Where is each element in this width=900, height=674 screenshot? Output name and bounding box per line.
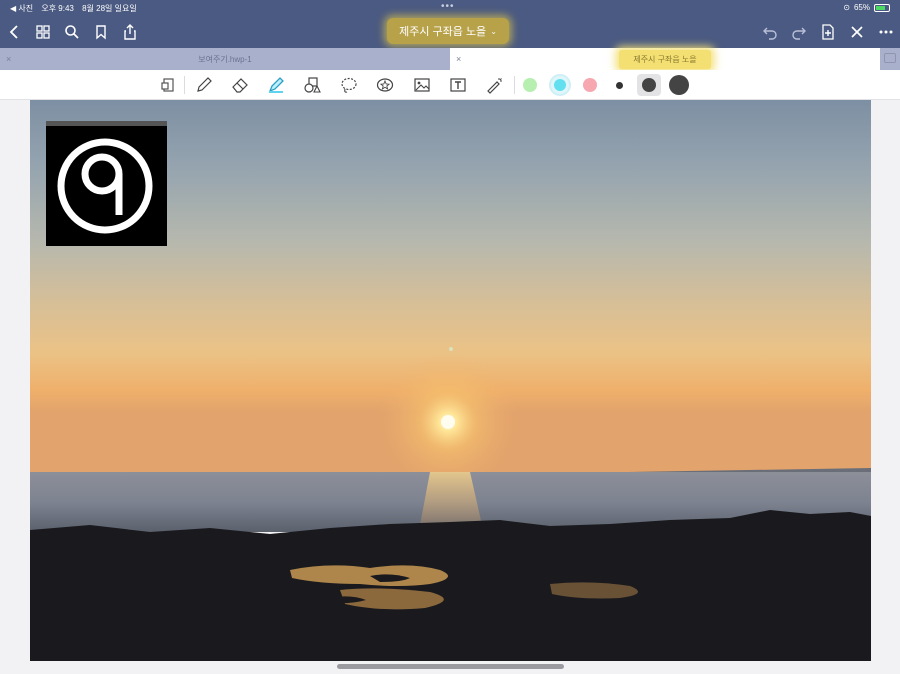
shapes-icon[interactable] [301, 75, 323, 95]
eraser-icon[interactable] [229, 75, 251, 95]
color-swatch-pink[interactable] [583, 78, 597, 92]
toolbar-divider [184, 76, 185, 94]
status-right: ⊙ 65% [843, 3, 890, 12]
battery-icon [874, 3, 890, 12]
bookmark-icon[interactable] [91, 22, 111, 42]
orientation-lock-icon: ⊙ [843, 3, 850, 12]
split-view-icon[interactable] [884, 53, 896, 63]
status-bar: ◀ 사진 오후 9:43 8월 28일 일요일 ••• ⊙ 65% [0, 0, 900, 16]
color-swatch-green[interactable] [523, 78, 537, 92]
undo-icon[interactable] [760, 22, 780, 42]
home-indicator[interactable] [337, 664, 564, 669]
stroke-size-small[interactable] [616, 82, 623, 89]
add-page-icon[interactable] [818, 22, 838, 42]
top-bar: ◀ 사진 오후 9:43 8월 28일 일요일 ••• ⊙ 65% 제주시 구좌… [0, 0, 900, 48]
redo-icon[interactable] [789, 22, 809, 42]
tab-document-1[interactable]: × 보여주기.hwp-1 [0, 48, 450, 70]
more-icon[interactable] [876, 22, 896, 42]
chevron-down-icon: ⌄ [490, 26, 497, 36]
share-icon[interactable] [120, 22, 140, 42]
text-box-icon[interactable] [447, 75, 469, 95]
lasso-icon[interactable] [338, 75, 360, 95]
toolbar-divider [514, 76, 515, 94]
pen-icon[interactable] [193, 75, 215, 95]
tab-close-icon[interactable]: × [456, 54, 461, 64]
circled-nine-logo [46, 121, 167, 246]
status-left: ◀ 사진 오후 9:43 8월 28일 일요일 [10, 3, 143, 14]
battery-percent: 65% [853, 3, 870, 12]
multitasking-dots-icon[interactable]: ••• [441, 1, 455, 12]
tab-label: 보여주기.hwp-1 [198, 54, 252, 64]
page-icon[interactable] [157, 75, 179, 95]
tab-close-icon[interactable]: × [6, 54, 11, 64]
document-title-button[interactable]: 제주시 구좌읍 노을 ⌄ [387, 18, 509, 44]
highlighter-icon[interactable] [265, 75, 287, 95]
laser-pointer-icon[interactable] [484, 75, 506, 95]
image-icon[interactable] [411, 75, 433, 95]
close-icon[interactable] [847, 22, 867, 42]
status-time: 오후 9:43 [41, 4, 74, 13]
tool-toolbar [0, 70, 900, 100]
sticker-icon[interactable] [374, 75, 396, 95]
search-icon[interactable] [62, 22, 82, 42]
color-swatch-cyan-selected[interactable] [549, 74, 571, 96]
back-to-app-link[interactable]: ◀ 사진 [10, 4, 33, 13]
tab-document-2[interactable]: × 제주시 구좌읍 노을 [450, 48, 880, 70]
tab-label: 제주시 구좌읍 노을 [619, 49, 711, 69]
back-icon[interactable] [5, 22, 25, 42]
status-date: 8월 28일 일요일 [82, 4, 137, 13]
tab-bar: × 보여주기.hwp-1 × 제주시 구좌읍 노을 [0, 48, 900, 70]
document-title: 제주시 구좌읍 노을 [399, 26, 487, 38]
logo-top-strip [46, 121, 167, 126]
stroke-size-medium-selected[interactable] [637, 74, 661, 96]
stroke-size-large[interactable] [669, 75, 689, 95]
grid-icon[interactable] [33, 22, 53, 42]
